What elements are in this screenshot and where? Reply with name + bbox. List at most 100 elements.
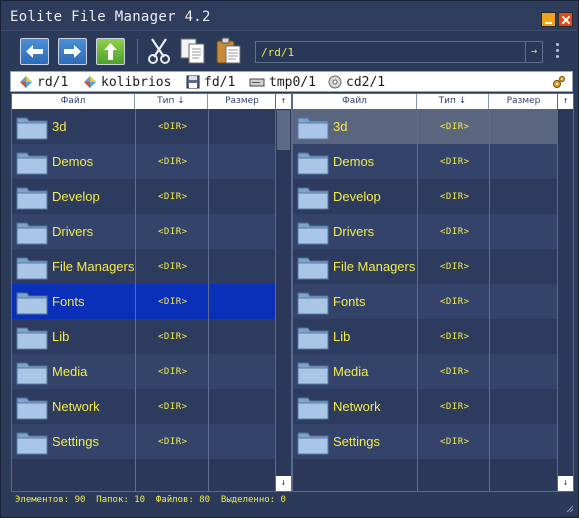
folder-icon (16, 327, 48, 350)
drive-bar: rd/1 kolibrios fd/1 tmp0/1 cd2/1 (10, 71, 573, 92)
file-row[interactable]: Fonts <DIR> (293, 284, 557, 319)
drive-label: fd/1 (204, 74, 236, 90)
drive-fd1[interactable]: fd/1 (186, 74, 235, 90)
drive-cd21[interactable]: cd2/1 (328, 74, 385, 90)
file-type: <DIR> (158, 262, 188, 272)
file-row[interactable]: Develop <DIR> (12, 179, 275, 214)
column-type-header[interactable]: Тип ↓ (135, 94, 208, 109)
column-divider (135, 109, 136, 491)
file-row[interactable]: Lib <DIR> (293, 319, 557, 354)
scissors-icon[interactable] (146, 37, 172, 65)
paste-icon[interactable] (215, 37, 243, 65)
file-row[interactable]: Media <DIR> (293, 354, 557, 389)
file-type: <DIR> (158, 192, 188, 202)
file-row[interactable]: 3d <DIR> (12, 109, 275, 144)
cdrom-icon (328, 75, 342, 89)
right-file-panel[interactable]: Файл Тип ↓ Размер 3d <DIR> Demos <DIR> Devel… (292, 93, 574, 492)
file-row[interactable]: 3d <DIR> (293, 109, 557, 144)
go-button[interactable]: → (525, 42, 542, 62)
file-name: Fonts (52, 294, 85, 309)
folder-icon (16, 222, 48, 245)
folder-icon (297, 117, 329, 140)
file-name: Demos (52, 154, 94, 169)
column-header: Файл Тип ↓ Размер (12, 94, 291, 109)
file-name: Lib (52, 329, 70, 344)
folder-icon (297, 187, 329, 210)
file-row[interactable]: Fonts <DIR> (12, 284, 275, 319)
minimize-button[interactable] (541, 12, 556, 27)
column-name-header[interactable]: Файл (12, 94, 135, 109)
file-name: Media (333, 364, 369, 379)
file-row[interactable]: Lib <DIR> (12, 319, 275, 354)
file-row[interactable]: Drivers <DIR> (12, 214, 275, 249)
file-row[interactable]: File Managers <DIR> (12, 249, 275, 284)
file-type: <DIR> (158, 437, 188, 447)
vertical-scrollbar[interactable]: ↑ ↓ (275, 94, 291, 491)
file-name: Develop (333, 189, 381, 204)
column-size-header[interactable]: Размер (489, 94, 559, 109)
file-row[interactable]: Demos <DIR> (12, 144, 275, 179)
close-button[interactable] (558, 12, 573, 27)
scroll-up-arrow[interactable]: ↑ (558, 94, 573, 109)
column-type-header[interactable]: Тип ↓ (417, 94, 489, 109)
file-name: Network (333, 399, 381, 414)
forward-button[interactable] (58, 38, 87, 65)
scroll-down-arrow[interactable]: ↓ (276, 476, 291, 491)
file-row[interactable]: Network <DIR> (293, 389, 557, 424)
file-name: Demos (333, 154, 375, 169)
file-name: Settings (333, 434, 380, 449)
file-name: Network (52, 399, 100, 414)
file-name: Settings (52, 434, 99, 449)
drive-tmp01[interactable]: tmp0/1 (249, 74, 316, 90)
file-type: <DIR> (440, 402, 470, 412)
back-button[interactable] (20, 38, 49, 65)
folder-icon (16, 292, 48, 315)
scroll-thumb[interactable] (277, 110, 290, 150)
file-row[interactable]: Settings <DIR> (12, 424, 275, 459)
file-name: Drivers (52, 224, 94, 239)
column-divider (489, 109, 490, 491)
drive-rd1[interactable]: rd/1 (19, 74, 68, 90)
settings-gear-icon[interactable] (552, 75, 566, 89)
file-row[interactable]: Develop <DIR> (293, 179, 557, 214)
folder-icon (16, 362, 48, 385)
file-type: <DIR> (440, 437, 470, 447)
file-list: 3d <DIR> Demos <DIR> Develop <DIR> Drivers <DIR… (293, 109, 557, 491)
up-button[interactable] (96, 38, 125, 65)
scroll-up-arrow[interactable]: ↑ (276, 94, 291, 109)
status-bar: Элементов: 90 Папок: 10 Файлов: 80 Выдел… (15, 495, 286, 505)
file-list: 3d <DIR> Demos <DIR> Develop <DIR> Drivers <DIR… (12, 109, 275, 491)
menu-dots-icon[interactable] (556, 43, 560, 61)
column-size-header[interactable]: Размер (208, 94, 277, 109)
file-row[interactable]: Settings <DIR> (293, 424, 557, 459)
resize-grip-icon[interactable] (564, 503, 574, 513)
folder-icon (16, 257, 48, 280)
vertical-scrollbar[interactable]: ↑ ↓ (557, 94, 573, 491)
drive-label: cd2/1 (346, 74, 386, 90)
file-row[interactable]: Drivers <DIR> (293, 214, 557, 249)
file-row[interactable]: Demos <DIR> (293, 144, 557, 179)
scroll-down-arrow[interactable]: ↓ (558, 476, 573, 491)
left-file-panel[interactable]: Файл Тип ↓ Размер 3d <DIR> Demos <DIR> Devel… (11, 93, 292, 492)
arrow-up-icon (104, 43, 117, 60)
column-divider (208, 109, 209, 491)
arrow-left-icon (26, 45, 43, 58)
file-type: <DIR> (440, 297, 470, 307)
folder-icon (297, 397, 329, 420)
file-row[interactable]: File Managers <DIR> (293, 249, 557, 284)
ramdisk-icon (20, 76, 32, 88)
folder-icon (297, 432, 329, 455)
drive-kolibrios[interactable]: kolibrios (83, 74, 171, 90)
address-bar[interactable]: /rd/1 → (255, 41, 543, 63)
file-row[interactable]: Media <DIR> (12, 354, 275, 389)
folder-icon (16, 432, 48, 455)
column-name-header[interactable]: Файл (293, 94, 417, 109)
file-name: 3d (52, 119, 67, 134)
title-bar[interactable]: Eolite File Manager 4.2 (1, 1, 578, 31)
app-window: Eolite File Manager 4.2 /rd/1 → rd/1 kol… (0, 0, 579, 518)
copy-icon[interactable] (179, 37, 207, 65)
folder-icon (297, 257, 329, 280)
file-type: <DIR> (158, 402, 188, 412)
file-row[interactable]: Network <DIR> (12, 389, 275, 424)
file-type: <DIR> (440, 192, 470, 202)
